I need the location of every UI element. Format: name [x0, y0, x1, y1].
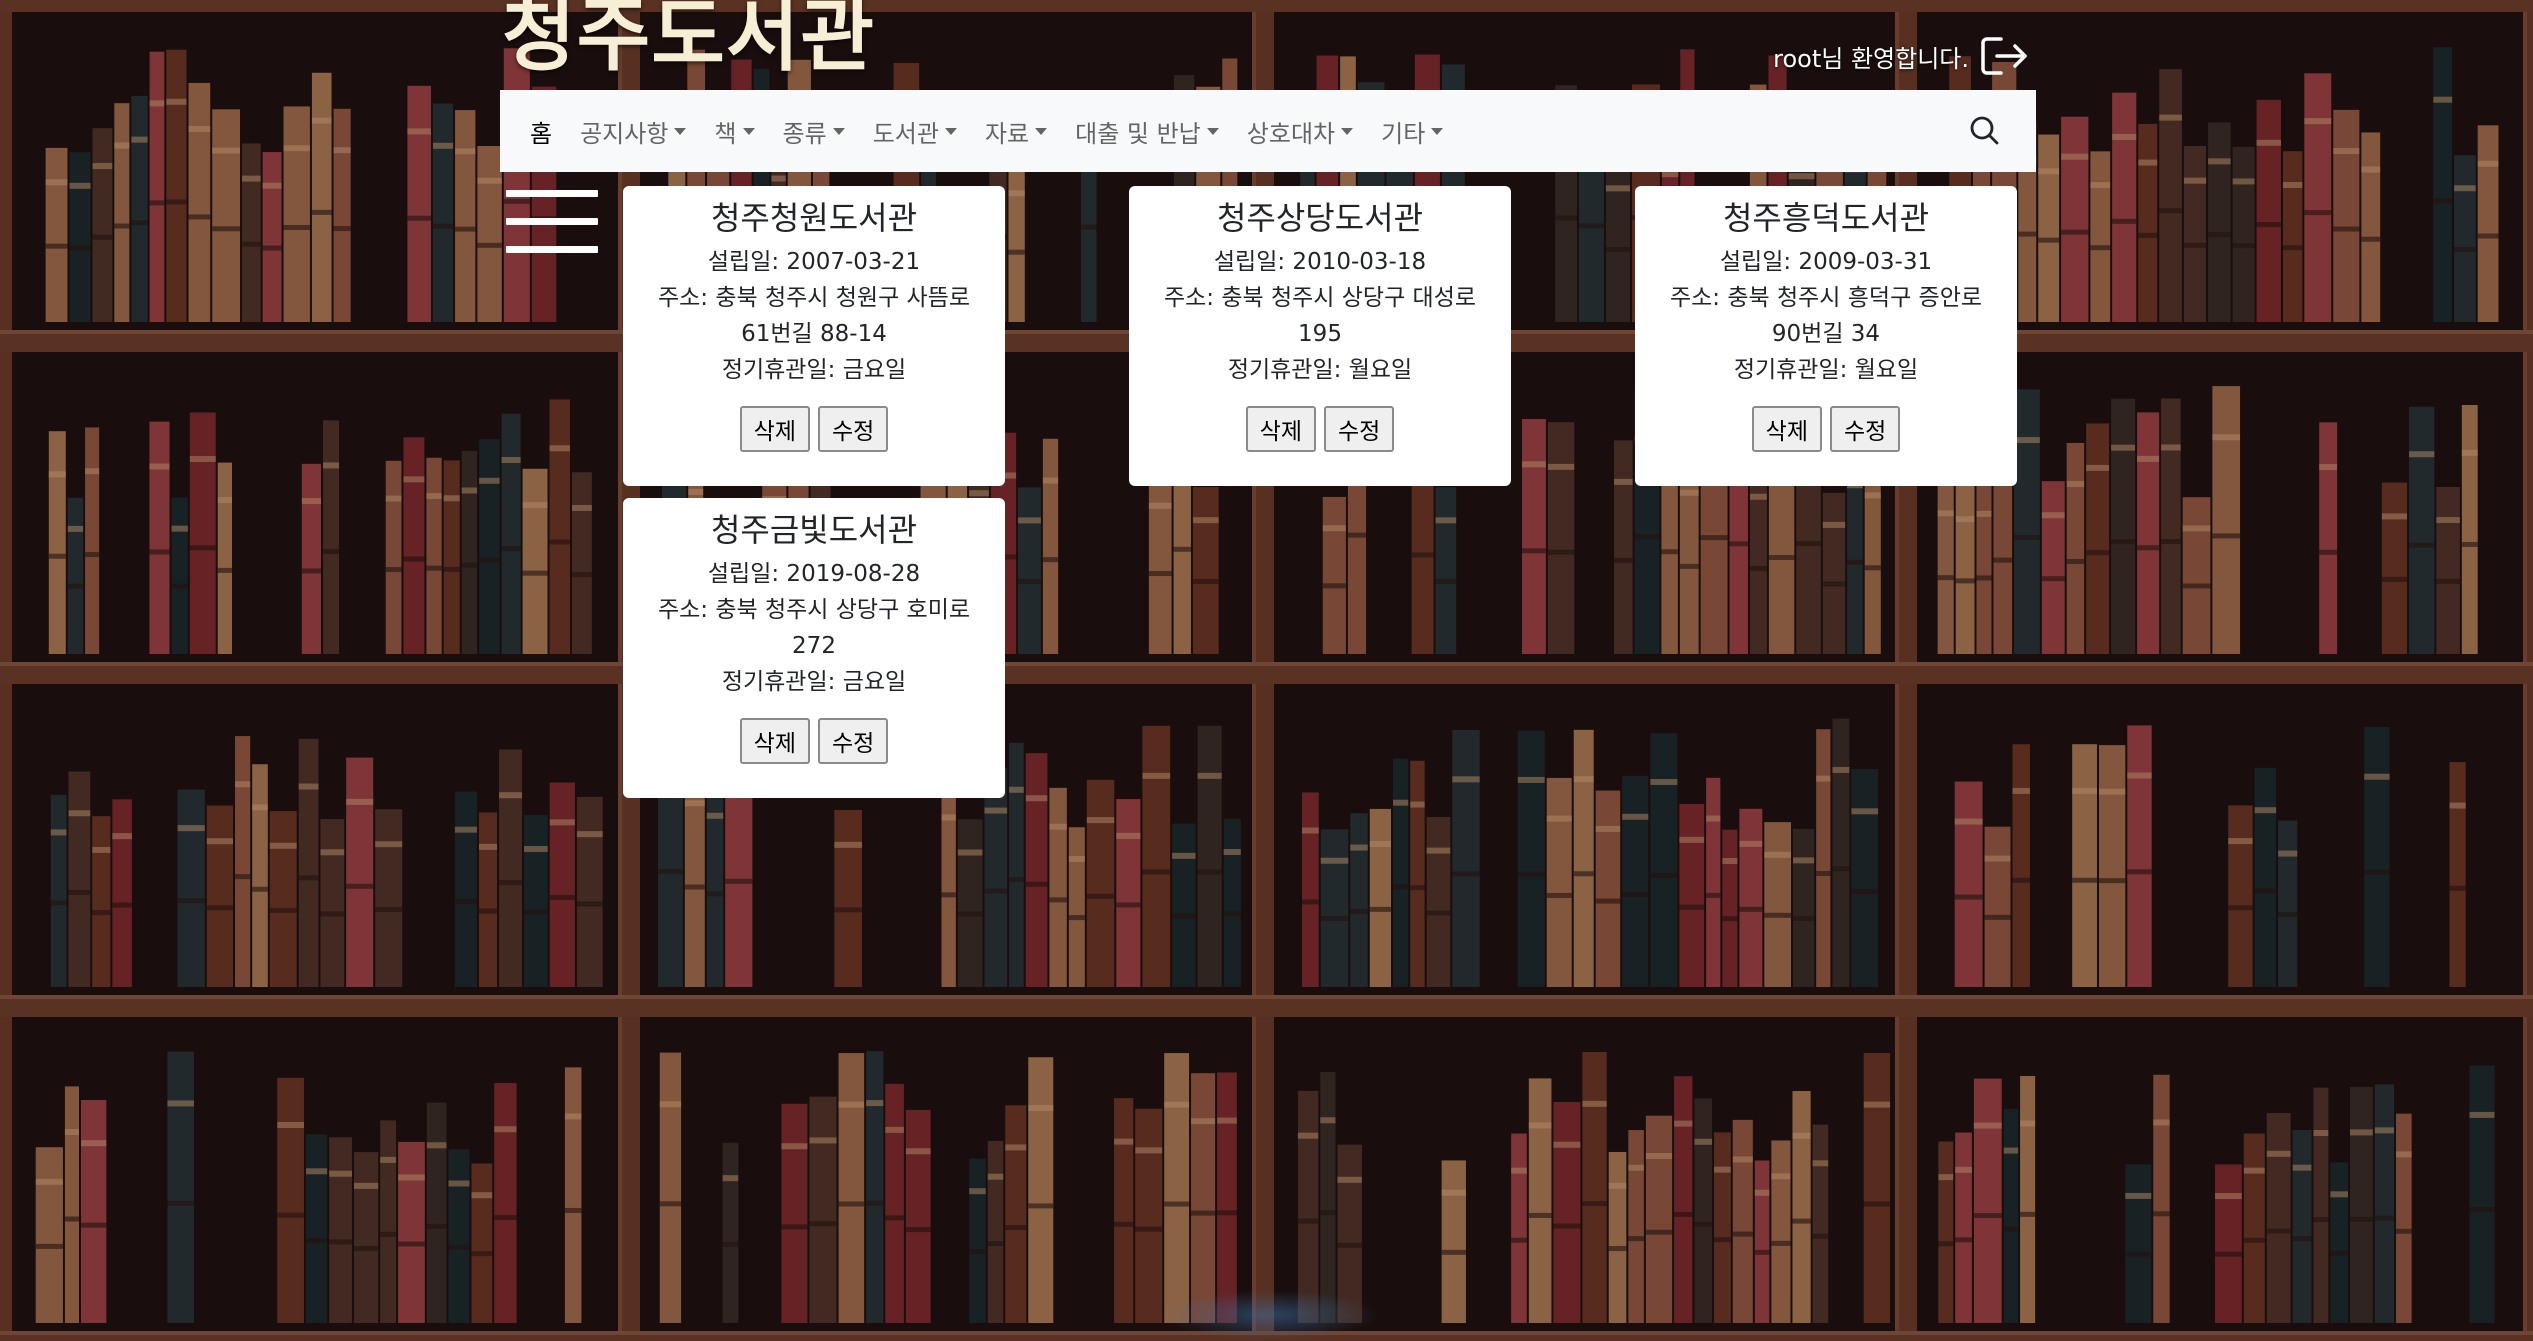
caret-down-icon [1035, 127, 1048, 135]
library-established: 설립일: 2007-03-21 [707, 249, 921, 275]
welcome-text: root님 환영합니다. [1773, 44, 1969, 73]
nav-item-2[interactable]: 책 [700, 90, 768, 172]
nav-item-8[interactable]: 기타 [1367, 90, 1457, 172]
main-navbar: 홈 공지사항 책 종류 도서관 자료 대출 및 반납 상호대차 기타 [500, 90, 2036, 172]
library-name: 청주상당도서관 [1216, 199, 1424, 237]
caret-down-icon [832, 127, 845, 135]
nav-menu: 홈 공지사항 책 종류 도서관 자료 대출 및 반납 상호대차 기타 [530, 90, 1457, 172]
nav-item-label: 책 [714, 119, 737, 148]
library-closed-day: 정기휴관일: 월요일 [1227, 357, 1413, 383]
caret-down-icon [1341, 127, 1354, 135]
nav-item-7[interactable]: 상호대차 [1233, 90, 1367, 172]
hamburger-menu-icon[interactable] [506, 190, 598, 254]
edit-button[interactable]: 수정 [1830, 406, 1901, 452]
delete-button[interactable]: 삭제 [1245, 406, 1316, 452]
caret-down-icon [944, 127, 957, 135]
nav-item-label: 기타 [1381, 119, 1426, 148]
library-established: 설립일: 2009-03-31 [1719, 249, 1933, 275]
caret-down-icon [1206, 127, 1219, 135]
library-address: 주소: 충북 청주시 청원구 사뜸로 61번길 88-14 [657, 285, 971, 347]
caret-down-icon [1431, 127, 1444, 135]
edit-button[interactable]: 수정 [818, 406, 889, 452]
library-address: 주소: 충북 청주시 상당구 호미로 272 [657, 597, 971, 659]
delete-button[interactable]: 삭제 [739, 406, 810, 452]
nav-item-0[interactable]: 홈 [530, 90, 566, 172]
library-closed-day: 정기휴관일: 월요일 [1733, 357, 1919, 383]
library-card: 청주흥덕도서관 설립일: 2009-03-31 주소: 충북 청주시 흥덕구 증… [1635, 186, 2017, 486]
background-smudge [1160, 1290, 1380, 1340]
nav-item-label: 공지사항 [580, 119, 669, 148]
nav-item-label: 도서관 [872, 119, 939, 148]
nav-item-label: 홈 [530, 119, 553, 148]
library-established: 설립일: 2010-03-18 [1213, 249, 1427, 275]
search-icon[interactable] [1964, 110, 2006, 152]
library-closed-day: 정기휴관일: 금요일 [721, 669, 907, 695]
library-name: 청주청원도서관 [710, 199, 918, 237]
logout-icon[interactable] [1979, 33, 2031, 79]
nav-item-1[interactable]: 공지사항 [566, 90, 700, 172]
library-established: 설립일: 2019-08-28 [707, 561, 921, 587]
nav-item-5[interactable]: 자료 [971, 90, 1061, 172]
nav-item-3[interactable]: 종류 [769, 90, 859, 172]
nav-item-6[interactable]: 대출 및 반납 [1061, 90, 1233, 172]
nav-item-label: 상호대차 [1246, 119, 1336, 148]
library-name: 청주금빛도서관 [710, 511, 918, 549]
nav-item-label: 자료 [984, 119, 1030, 148]
library-card: 청주금빛도서관 설립일: 2019-08-28 주소: 충북 청주시 상당구 호… [623, 498, 1005, 798]
delete-button[interactable]: 삭제 [1751, 406, 1822, 452]
edit-button[interactable]: 수정 [1324, 406, 1395, 452]
nav-item-label: 대출 및 반납 [1075, 119, 1201, 148]
library-name: 청주흥덕도서관 [1722, 199, 1930, 237]
library-card: 청주청원도서관 설립일: 2007-03-21 주소: 충북 청주시 청원구 사… [623, 186, 1005, 486]
library-address: 주소: 충북 청주시 상당구 대성로 195 [1163, 285, 1477, 347]
edit-button[interactable]: 수정 [818, 718, 889, 764]
caret-down-icon [742, 127, 755, 135]
user-welcome: root님 환영합니다. [1773, 30, 2031, 82]
nav-item-label: 종류 [782, 119, 827, 148]
caret-down-icon [674, 127, 687, 135]
delete-button[interactable]: 삭제 [739, 718, 810, 764]
library-card: 청주상당도서관 설립일: 2010-03-18 주소: 충북 청주시 상당구 대… [1129, 186, 1511, 486]
library-address: 주소: 충북 청주시 흥덕구 증안로90번길 34 [1669, 285, 1983, 347]
site-title[interactable]: 청주도서관 [502, 0, 875, 76]
library-closed-day: 정기휴관일: 금요일 [721, 357, 907, 383]
nav-item-4[interactable]: 도서관 [859, 90, 971, 172]
